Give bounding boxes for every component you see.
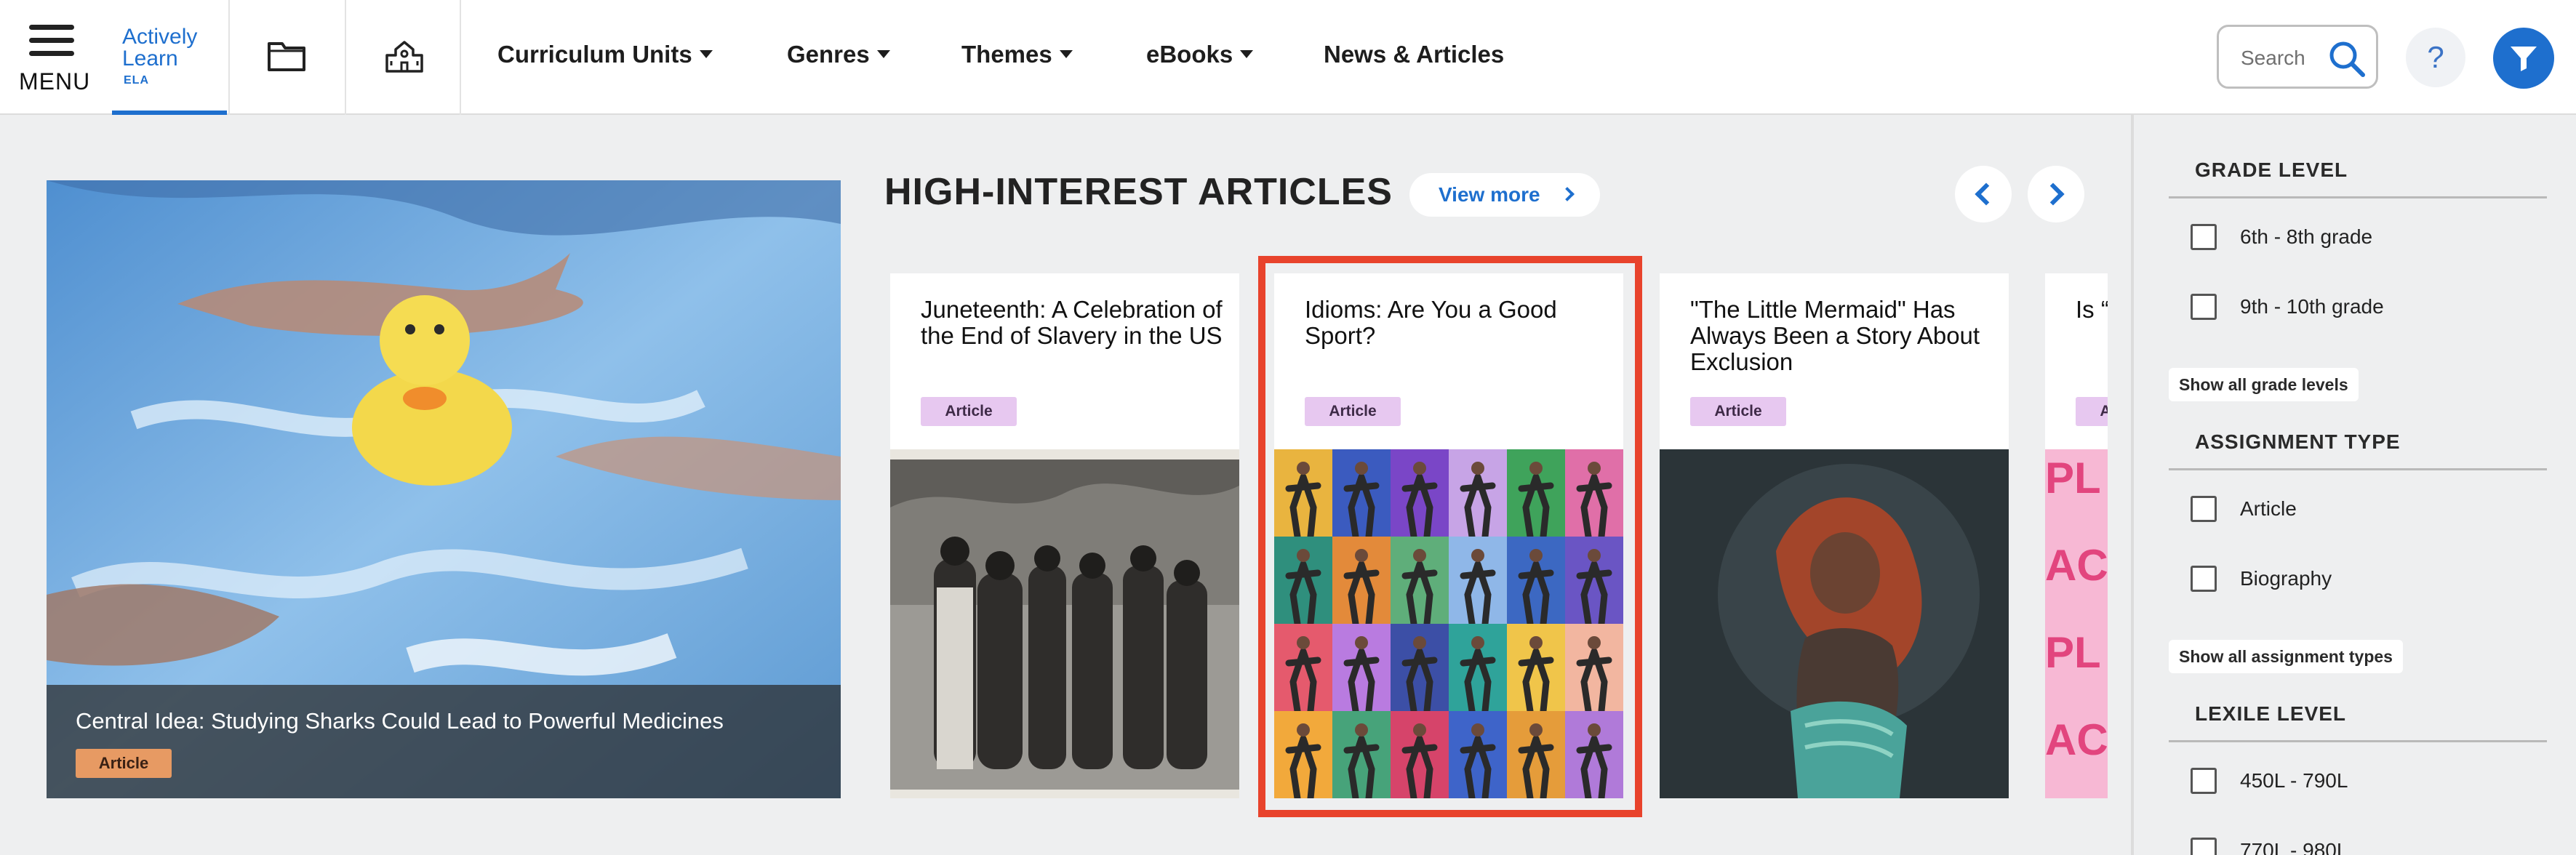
nav-themes[interactable]: Themes: [961, 41, 1073, 68]
menu-label: MENU: [19, 68, 91, 95]
carousel-next-button[interactable]: [2028, 166, 2084, 222]
nav-label: Genres: [787, 41, 870, 68]
grade-level-heading: GRADE LEVEL: [2195, 158, 2348, 181]
nav-label: eBooks: [1146, 41, 1233, 68]
checkbox[interactable]: [2191, 496, 2217, 522]
svg-text:AC: AC: [2045, 541, 2108, 590]
caret-down-icon: [1059, 49, 1073, 58]
question-icon: ?: [2427, 40, 2444, 74]
card-title: "The Little Mermaid" Has Always Been a S…: [1690, 296, 1980, 375]
library-button[interactable]: [228, 0, 345, 115]
logo-subject: ELA: [124, 74, 149, 87]
caret-down-icon: [1240, 49, 1254, 58]
nav-label: Themes: [961, 41, 1052, 68]
help-button[interactable]: ?: [2406, 28, 2465, 87]
nav-news-articles[interactable]: News & Articles: [1324, 41, 1504, 68]
hero-badge: Article: [76, 749, 172, 778]
chevron-right-icon: [1560, 187, 1575, 201]
card-image: [890, 449, 1239, 798]
chevron-left-icon: [1975, 182, 1998, 206]
svg-text:PL: PL: [2045, 454, 2101, 502]
caret-down-icon: [876, 49, 890, 58]
nav-genres[interactable]: Genres: [787, 41, 890, 68]
school-icon: [385, 41, 423, 73]
search-icon[interactable]: [2327, 39, 2367, 79]
checkbox-label: 6th - 8th grade: [2240, 225, 2373, 248]
historical-photo: [890, 449, 1239, 798]
logo-text: Learn: [122, 47, 178, 71]
filter-toggle-button[interactable]: [2493, 28, 2554, 89]
search-input[interactable]: Search: [2217, 25, 2378, 89]
nav-label: Curriculum Units: [497, 41, 692, 68]
show-all-grade-levels-button[interactable]: Show all grade levels: [2169, 368, 2359, 401]
divider: [2169, 740, 2547, 742]
filter-icon: [2511, 47, 2537, 71]
school-button[interactable]: [345, 0, 461, 115]
featured-article-hero[interactable]: Central Idea: Studying Sharks Could Lead…: [47, 180, 841, 798]
view-more-label: View more: [1439, 183, 1540, 206]
checkbox[interactable]: [2191, 768, 2217, 794]
show-all-assignment-types-button[interactable]: Show all assignment types: [2169, 640, 2403, 673]
checkbox[interactable]: [2191, 224, 2217, 250]
carousel-prev-button[interactable]: [1955, 166, 2012, 222]
card-badge: Article: [921, 397, 1017, 426]
checkbox-label: Article: [2240, 497, 2297, 520]
card-badge: Article: [1690, 397, 1786, 426]
lexile-level-heading: LEXILE LEVEL: [2195, 702, 2347, 725]
actively-learn-logo[interactable]: Actively Learn ELA: [112, 0, 227, 115]
nav-label: News & Articles: [1324, 41, 1505, 68]
view-more-button[interactable]: View more: [1409, 173, 1600, 217]
search-placeholder: Search: [2241, 47, 2305, 69]
top-navigation-bar: MENU Actively Learn ELA Curriculum Units…: [0, 0, 2576, 115]
mermaid-photo: [1660, 449, 2009, 798]
checkbox-label: 9th - 10th grade: [2240, 295, 2384, 318]
card-badge: Article: [2076, 397, 2108, 426]
checkbox-label: Biography: [2240, 567, 2332, 590]
card-title: Juneteenth: A Celebration of the End of …: [921, 296, 1223, 349]
checkbox[interactable]: [2191, 838, 2217, 855]
divider: [2169, 468, 2547, 470]
checkbox-label: 770L - 980L: [2240, 839, 2348, 855]
checkbox-label: 450L - 790L: [2240, 769, 2348, 792]
svg-text:AC: AC: [2045, 715, 2108, 764]
menu-button[interactable]: MENU: [0, 0, 111, 115]
nav-curriculum-units[interactable]: Curriculum Units: [497, 41, 713, 68]
divider: [2169, 196, 2547, 198]
assignment-type-heading: ASSIGNMENT TYPE: [2195, 430, 2401, 453]
card-image: [1660, 449, 2009, 798]
checkbox[interactable]: [2191, 294, 2217, 320]
poster-image: PL AC PL AC: [2045, 449, 2108, 798]
svg-text:PL: PL: [2045, 628, 2101, 677]
card-image: PL AC PL AC: [2045, 449, 2108, 798]
filter-sidebar: GRADE LEVEL 6th - 8th grade 9th - 10th g…: [2131, 115, 2576, 855]
caret-down-icon: [699, 49, 713, 58]
hero-title: Central Idea: Studying Sharks Could Lead…: [76, 708, 724, 734]
article-card[interactable]: Juneteenth: A Celebration of the End of …: [890, 273, 1239, 798]
logo-text: Actively: [122, 25, 198, 49]
section-title: HIGH-INTEREST ARTICLES: [884, 171, 1393, 213]
folder-icon: [268, 42, 305, 71]
article-card[interactable]: "The Little Mermaid" Has Always Been a S…: [1660, 273, 2009, 798]
checkbox[interactable]: [2191, 566, 2217, 592]
chevron-right-icon: [2041, 182, 2065, 206]
nav-ebooks[interactable]: eBooks: [1146, 41, 1254, 68]
hamburger-icon: [29, 25, 74, 57]
article-card[interactable]: Is “ to Article PL AC PL AC: [2045, 273, 2108, 798]
hero-caption: Central Idea: Studying Sharks Could Lead…: [47, 685, 841, 798]
card-title: Is “ to: [2076, 296, 2108, 323]
selected-card-highlight: [1258, 256, 1642, 817]
